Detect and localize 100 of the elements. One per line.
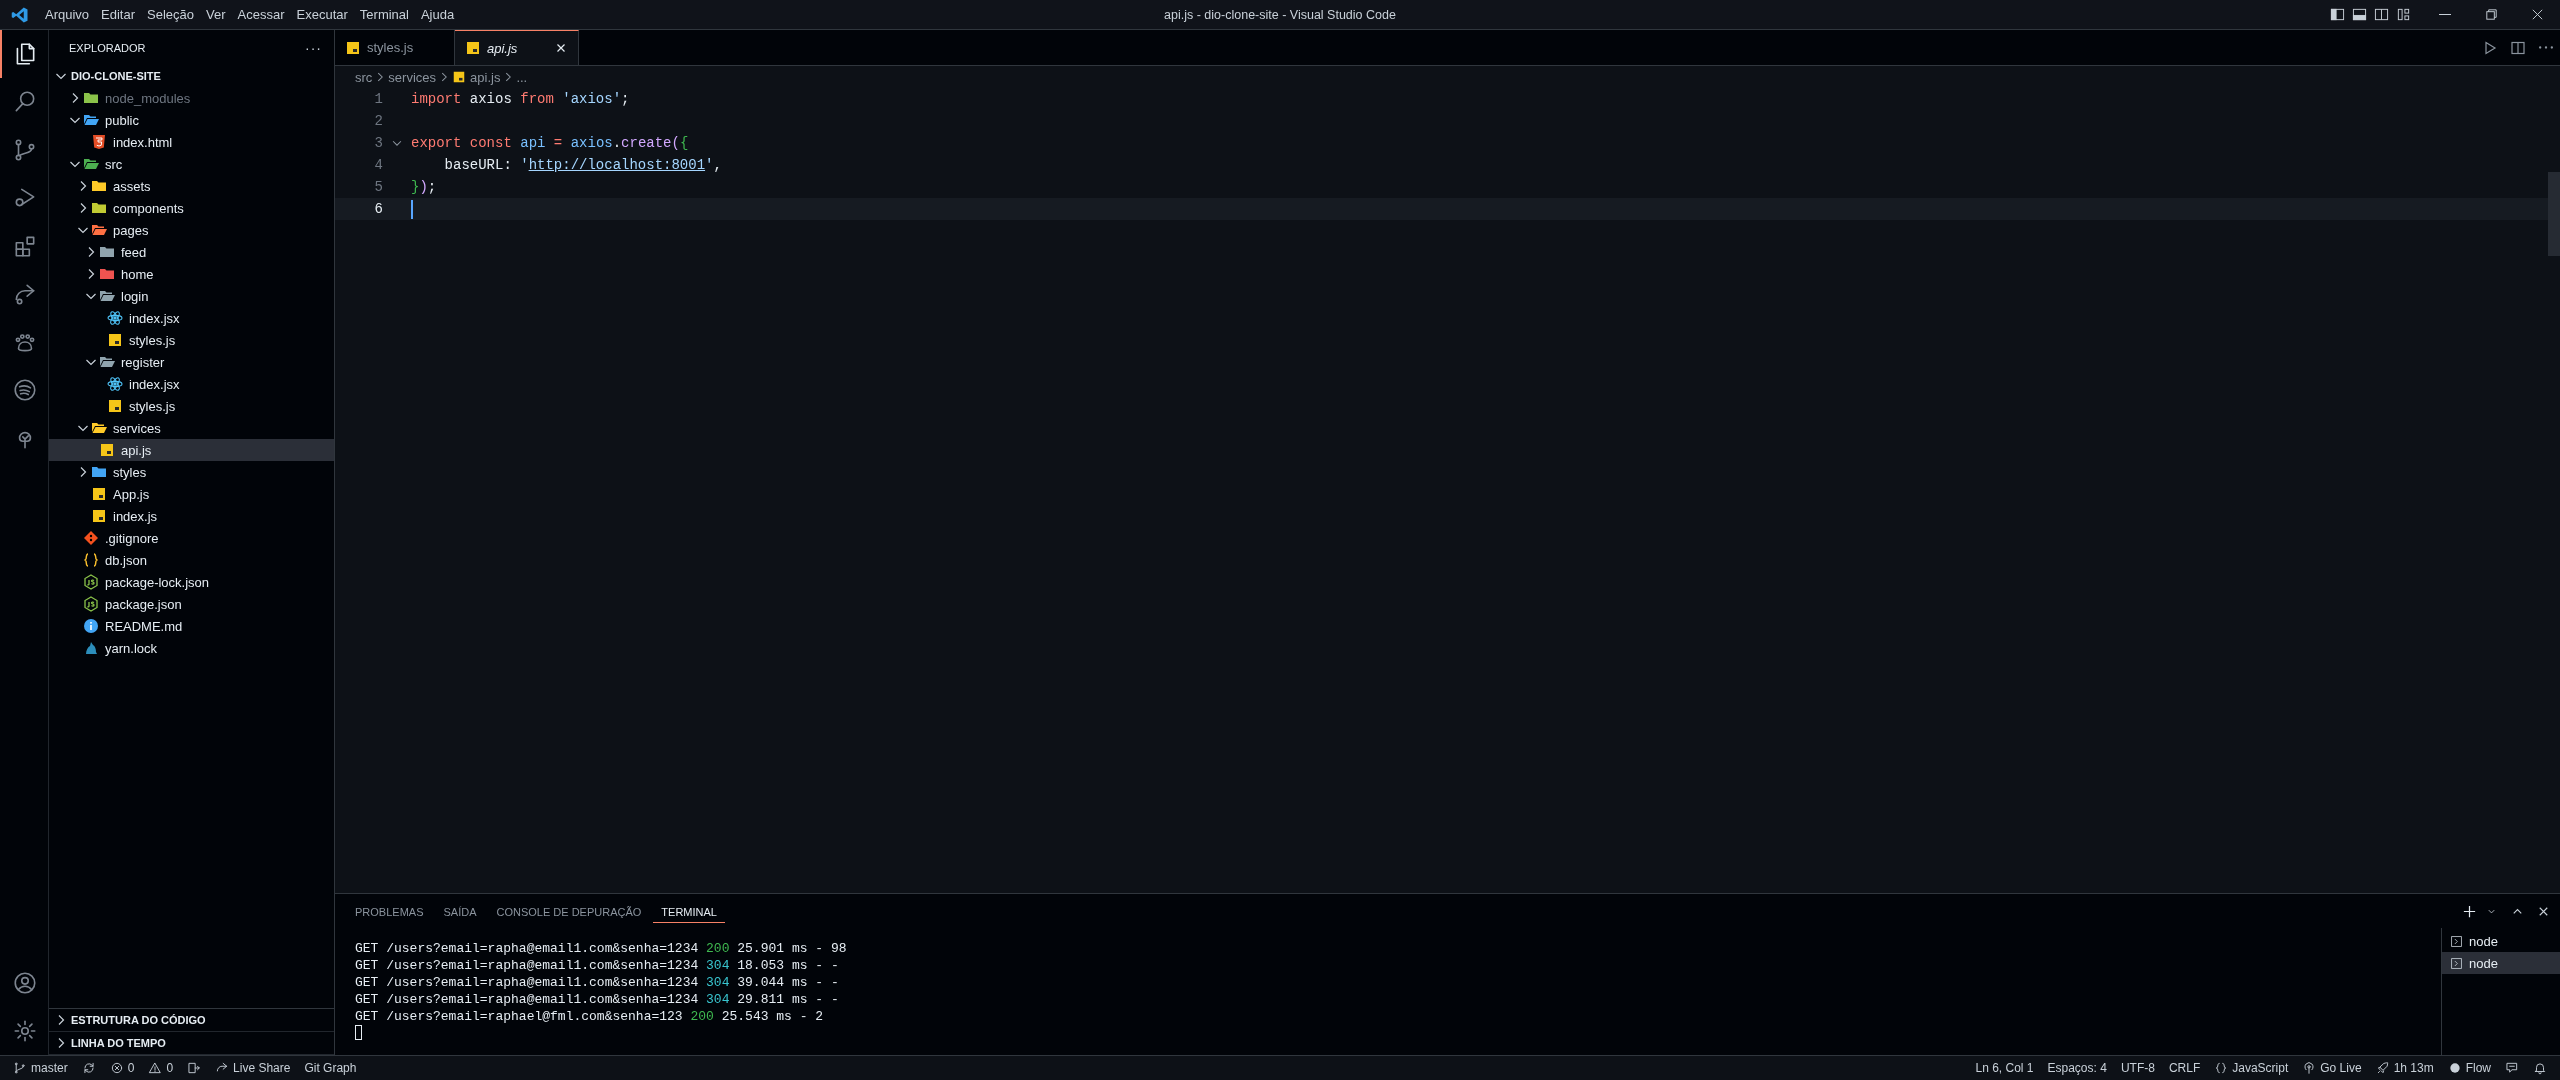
branch-icon <box>13 1061 27 1075</box>
braces-file-icon <box>83 552 99 568</box>
line-number: 4 <box>373 157 383 173</box>
folder-item[interactable]: assets <box>49 175 334 197</box>
panel-tab[interactable]: PROBLEMAS <box>347 899 432 923</box>
folder-item[interactable]: feed <box>49 241 334 263</box>
file-item[interactable]: .gitignore <box>49 527 334 549</box>
status-bar-item[interactable]: 0 <box>143 1059 179 1077</box>
ellipsis-icon <box>2539 46 2553 49</box>
app-logo-icon <box>11 5 29 24</box>
status-bar-item[interactable]: 0 <box>104 1059 140 1077</box>
file-item[interactable]: index.html <box>49 131 334 153</box>
braces-icon <box>2214 1061 2229 1075</box>
panel-layout-icon <box>2351 7 2367 22</box>
status-bar-item[interactable]: UTF-8 <box>2115 1059 2160 1077</box>
panel-tab[interactable]: SAÍDA <box>435 899 485 923</box>
panel-tab[interactable]: TERMINAL <box>653 899 725 923</box>
js-file-icon <box>91 508 107 524</box>
terminal-session-item[interactable]: node <box>2442 930 2560 952</box>
status-bar-item[interactable]: 1h 13m <box>2370 1059 2439 1077</box>
panel-tab[interactable]: CONSOLE DE DEPURAÇÃO <box>488 899 650 923</box>
menu-item[interactable]: Ver <box>200 3 232 26</box>
js-file-icon <box>107 398 123 414</box>
code-line: }); <box>411 179 437 195</box>
folder-item[interactable]: login <box>49 285 334 307</box>
file-item[interactable]: App.js <box>49 483 334 505</box>
menu-item[interactable]: Ajuda <box>414 3 461 26</box>
terminal-line: GET /users?email=raphael@fml.com&senha=123 200 25.543 ms - 2 <box>355 1008 824 1025</box>
status-bar-item[interactable]: Espaços: 4 <box>2042 1059 2112 1077</box>
js-file-icon <box>345 39 361 56</box>
breadcrumb-item[interactable]: services <box>388 69 437 85</box>
node-hexagon-icon <box>83 596 99 612</box>
file-item[interactable]: package.json <box>49 593 334 615</box>
terminal-session-item[interactable]: node <box>2442 952 2560 974</box>
restore-icon <box>2483 7 2499 22</box>
status-bar-item[interactable]: Ln 6, Col 1 <box>1970 1059 2039 1077</box>
folder-item[interactable]: components <box>49 197 334 219</box>
breadcrumb-item[interactable]: src <box>355 69 373 85</box>
menu-item[interactable]: Acessar <box>231 3 291 26</box>
file-item[interactable]: api.js <box>49 439 334 461</box>
line-number: 1 <box>373 91 383 107</box>
line-number: 3 <box>373 135 383 151</box>
terminal-cursor <box>355 1025 362 1040</box>
menu-item[interactable]: Executar <box>290 3 354 26</box>
folder-item[interactable]: styles <box>49 461 334 483</box>
js-file-icon <box>465 40 481 56</box>
file-item[interactable]: README.md <box>49 615 334 637</box>
folder-item[interactable]: node_modules <box>49 87 334 109</box>
status-bar-item[interactable]: Git Graph <box>299 1059 362 1077</box>
folder-item[interactable]: home <box>49 263 334 285</box>
menu-item[interactable]: Terminal <box>353 3 415 26</box>
menu-item[interactable]: Seleção <box>141 3 201 26</box>
editor-tab[interactable]: api.js <box>455 30 579 65</box>
broadcast-icon <box>2302 1061 2317 1075</box>
js-file-icon <box>91 486 107 502</box>
file-item[interactable]: package-lock.json <box>49 571 334 593</box>
folder-item[interactable]: public <box>49 109 334 131</box>
project-root-item[interactable]: DIO-CLONE-SITE <box>49 65 334 87</box>
line-number: 2 <box>373 113 383 129</box>
port-icon <box>187 1061 202 1075</box>
circle-icon <box>2447 1061 2462 1075</box>
status-bar-item[interactable]: Go Live <box>2297 1059 2367 1077</box>
file-item[interactable]: yarn.lock <box>49 637 334 659</box>
menu-item[interactable]: Arquivo <box>39 3 96 26</box>
sidebar-title: EXPLORADOR <box>69 41 146 54</box>
split-layout-icon <box>2373 7 2389 22</box>
file-item[interactable]: styles.js <box>49 329 334 351</box>
menu-item[interactable]: Editar <box>95 3 142 26</box>
warning-icon <box>148 1061 163 1075</box>
status-bar-item[interactable]: CRLF <box>2163 1059 2206 1077</box>
more-actions-button[interactable]: ··· <box>301 39 326 56</box>
settings-icon <box>12 1018 38 1044</box>
account-icon <box>12 970 38 996</box>
terminal-icon <box>2450 934 2463 948</box>
folder-item[interactable]: register <box>49 351 334 373</box>
status-bar-item[interactable]: master <box>8 1059 73 1077</box>
js-file-icon <box>452 70 467 84</box>
scrollbar-thumb[interactable] <box>2548 172 2560 256</box>
terminal-line: GET /users?email=rapha@email1.com&senha=1234 304 29.811 ms - - <box>355 991 839 1008</box>
section-header[interactable]: ESTRUTURA DO CÓDIGO <box>49 1009 334 1032</box>
js-file-icon <box>99 442 115 458</box>
file-item[interactable]: index.js <box>49 505 334 527</box>
file-item[interactable]: db.json <box>49 549 334 571</box>
file-item[interactable]: index.jsx <box>49 373 334 395</box>
breadcrumb-item[interactable]: ... <box>516 69 528 85</box>
node-hexagon-icon <box>83 574 99 590</box>
git-diamond-icon <box>83 530 99 546</box>
file-item[interactable]: styles.js <box>49 395 334 417</box>
code-line: export const api = axios.create({ <box>411 135 689 151</box>
folder-item[interactable]: pages <box>49 219 334 241</box>
status-bar-item[interactable]: JavaScript <box>2209 1059 2294 1077</box>
folder-item[interactable]: services <box>49 417 334 439</box>
minimize-icon <box>2439 14 2451 15</box>
folder-item[interactable]: src <box>49 153 334 175</box>
status-bar-item[interactable]: Live Share <box>210 1059 296 1077</box>
status-bar-item[interactable]: Flow <box>2442 1059 2496 1077</box>
play-icon <box>2482 39 2498 56</box>
terminal-icon <box>2450 956 2463 970</box>
file-item[interactable]: index.jsx <box>49 307 334 329</box>
breadcrumb-item[interactable]: api.js <box>470 69 501 85</box>
